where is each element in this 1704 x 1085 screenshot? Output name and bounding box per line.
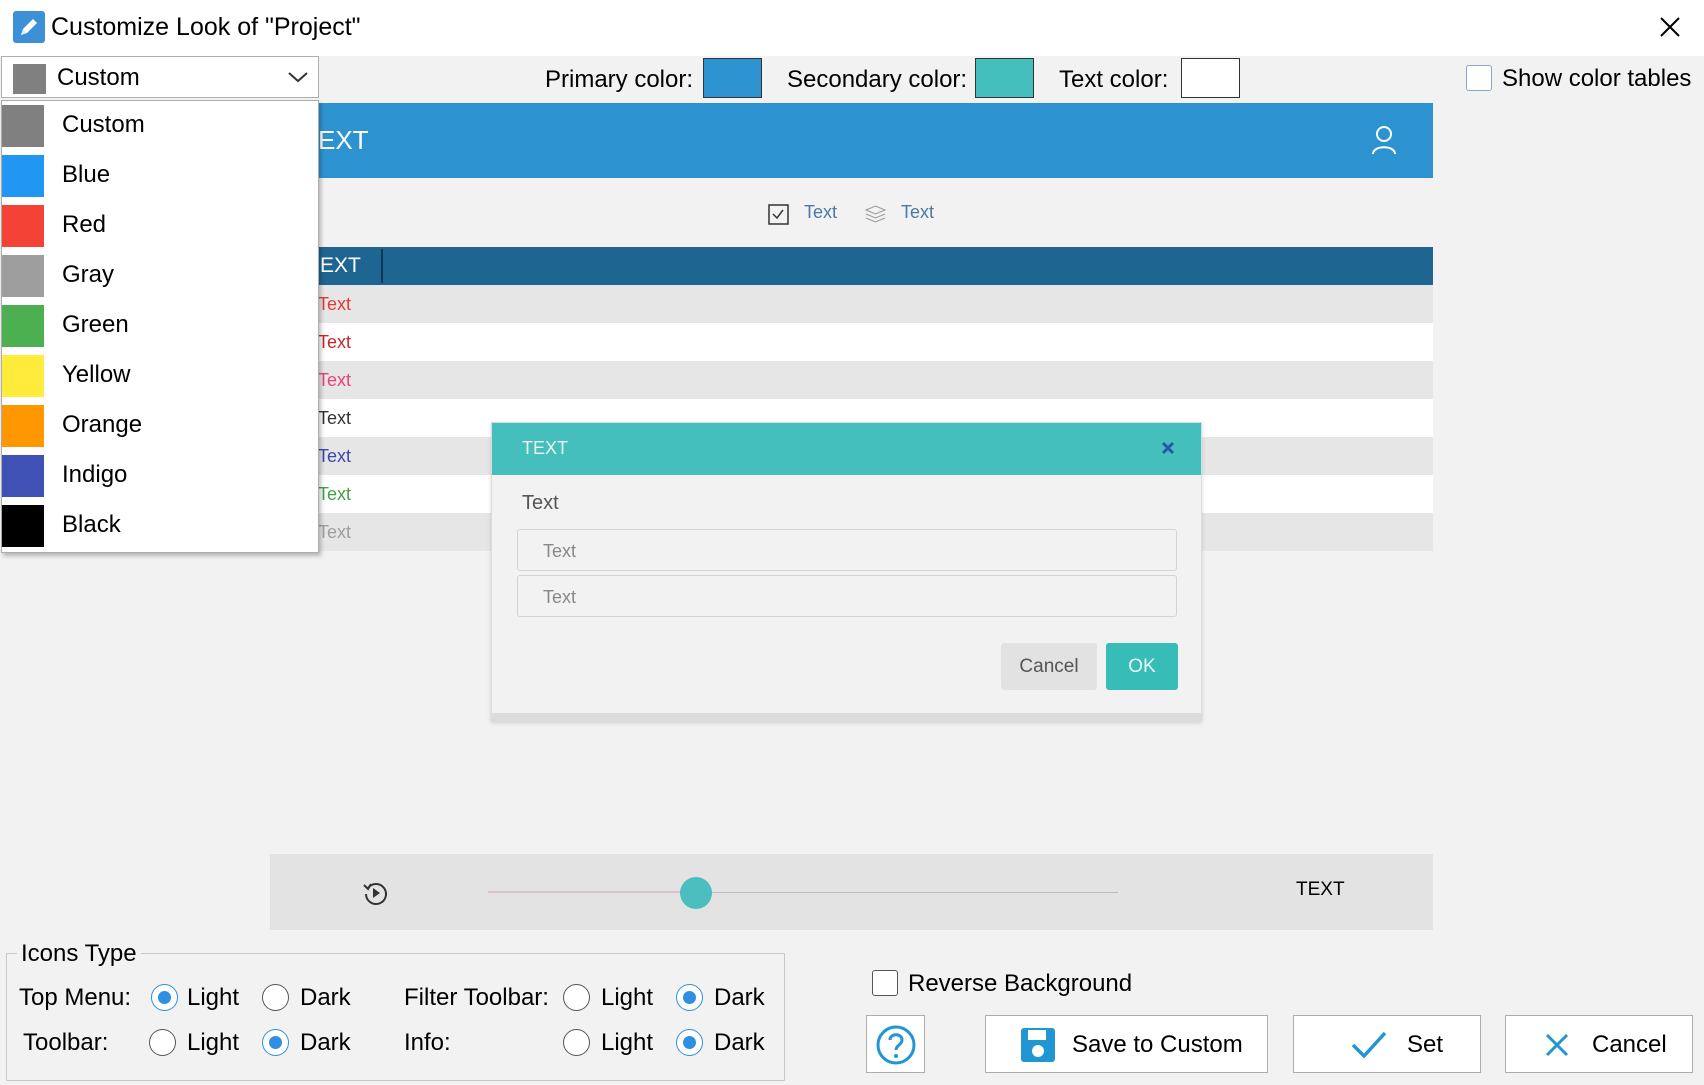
theme-dropdown-list: Custom Blue Red Gray Green Yellow Orange…: [1, 100, 319, 553]
preview-player-bar: TEXT: [270, 854, 1433, 930]
color-swatch: [2, 105, 44, 147]
toolbar-label: Toolbar:: [23, 1029, 109, 1056]
icons-type-group: Icons Type Top Menu: Light Dark Filter T…: [6, 940, 785, 1081]
info-dark-label: Dark: [714, 1029, 765, 1056]
theme-option-black[interactable]: Black: [2, 501, 318, 551]
theme-swatch: [13, 64, 46, 94]
info-light-label: Light: [601, 1029, 654, 1056]
player-label: TEXT: [1296, 879, 1345, 900]
floppy-disk-icon: [1021, 1028, 1055, 1062]
icons-type-title: Icons Type: [17, 940, 141, 968]
theme-option-indigo[interactable]: Indigo: [2, 451, 318, 501]
color-swatch: [2, 455, 44, 497]
secondary-color-picker[interactable]: [975, 58, 1034, 98]
top-menu-light-label: Light: [187, 984, 240, 1011]
top-menu-label: Top Menu:: [19, 984, 132, 1011]
theme-select[interactable]: Custom: [1, 56, 319, 98]
close-icon[interactable]: [1653, 10, 1687, 44]
preview-table-header: EXT: [318, 247, 1433, 285]
reverse-background-checkbox[interactable]: [872, 970, 898, 996]
table-row[interactable]: Text: [318, 361, 1433, 399]
theme-option-red[interactable]: Red: [2, 201, 318, 251]
dialog-field-1[interactable]: Text: [517, 529, 1177, 571]
theme-option-orange[interactable]: Orange: [2, 401, 318, 451]
theme-option-yellow[interactable]: Yellow: [2, 351, 318, 401]
toolbar-dark-label: Dark: [300, 1029, 351, 1056]
color-swatch: [2, 155, 44, 197]
column-divider: [381, 249, 383, 283]
color-swatch: [2, 305, 44, 347]
show-color-tables-label: Show color tables: [1502, 65, 1692, 92]
mini-toolbar-item-2[interactable]: Text: [901, 202, 934, 223]
primary-color-picker[interactable]: [703, 58, 762, 98]
help-icon: [876, 1025, 916, 1065]
pencil-icon: [13, 11, 45, 43]
table-row[interactable]: Text: [318, 323, 1433, 361]
checkbox-icon: [768, 204, 789, 225]
mini-toolbar-item-1[interactable]: Text: [804, 202, 837, 223]
filter-toolbar-dark-label: Dark: [714, 984, 765, 1011]
reverse-background-label: Reverse Background: [908, 970, 1133, 997]
replay-icon[interactable]: [362, 879, 390, 907]
save-to-custom-label: Save to Custom: [1072, 1031, 1243, 1058]
dialog-field-2[interactable]: Text: [517, 575, 1177, 617]
table-header-text: EXT: [320, 254, 361, 277]
filter-toolbar-light-label: Light: [601, 984, 654, 1011]
theme-option-custom[interactable]: Custom: [2, 101, 318, 151]
help-button[interactable]: [866, 1015, 925, 1073]
slider-thumb[interactable]: [679, 877, 712, 909]
toolbar-light-radio[interactable]: [149, 1029, 176, 1056]
toolbar-light-label: Light: [187, 1029, 240, 1056]
window-title: Customize Look of "Project": [51, 13, 361, 41]
checkmark-icon: [1351, 1031, 1387, 1059]
color-swatch: [2, 405, 44, 447]
dialog-label: Text: [522, 492, 559, 514]
primary-color-label: Primary color:: [545, 66, 694, 93]
preview-dialog: TEXT Text Text Text Cancel OK: [491, 422, 1202, 722]
dialog-footer: [492, 713, 1201, 721]
user-icon: [1372, 126, 1396, 155]
top-menu-light-radio[interactable]: [151, 984, 178, 1011]
set-button[interactable]: Set: [1293, 1015, 1481, 1073]
layers-icon: [864, 205, 887, 223]
save-to-custom-button[interactable]: Save to Custom: [985, 1015, 1268, 1073]
set-label: Set: [1407, 1031, 1444, 1058]
title-bar: Customize Look of "Project": [0, 0, 1704, 56]
top-menu-dark-radio[interactable]: [262, 984, 289, 1011]
dialog-title: TEXT: [522, 438, 569, 458]
info-light-radio[interactable]: [563, 1029, 590, 1056]
chevron-down-icon: [288, 72, 308, 83]
text-color-picker[interactable]: [1181, 58, 1240, 98]
info-dark-radio[interactable]: [676, 1029, 703, 1056]
cancel-button[interactable]: Cancel: [1505, 1015, 1693, 1073]
table-row[interactable]: Text: [318, 285, 1433, 323]
theme-option-gray[interactable]: Gray: [2, 251, 318, 301]
preview-header-text: EXT: [318, 125, 369, 155]
show-color-tables-checkbox[interactable]: [1466, 65, 1492, 91]
slider-progress: [488, 891, 696, 893]
dialog-header: TEXT: [492, 423, 1201, 475]
toolbar-dark-radio[interactable]: [262, 1029, 289, 1056]
color-swatch: [2, 255, 44, 297]
filter-toolbar-light-radio[interactable]: [563, 984, 590, 1011]
top-menu-dark-label: Dark: [300, 984, 351, 1011]
preview-header-bar: EXT: [318, 103, 1433, 178]
filter-toolbar-dark-radio[interactable]: [676, 984, 703, 1011]
theme-option-blue[interactable]: Blue: [2, 151, 318, 201]
close-icon[interactable]: [1160, 440, 1176, 456]
secondary-color-label: Secondary color:: [787, 66, 968, 93]
theme-option-green[interactable]: Green: [2, 301, 318, 351]
close-icon: [1545, 1033, 1569, 1057]
text-color-label: Text color:: [1059, 66, 1169, 93]
dialog-cancel-button[interactable]: Cancel: [1001, 643, 1097, 690]
filter-toolbar-label: Filter Toolbar:: [404, 984, 549, 1011]
theme-selected-label: Custom: [57, 64, 140, 91]
color-swatch: [2, 355, 44, 397]
color-swatch: [2, 505, 44, 547]
dialog-ok-button[interactable]: OK: [1106, 643, 1178, 690]
cancel-label: Cancel: [1592, 1031, 1667, 1058]
color-swatch: [2, 205, 44, 247]
info-label: Info:: [404, 1029, 451, 1056]
